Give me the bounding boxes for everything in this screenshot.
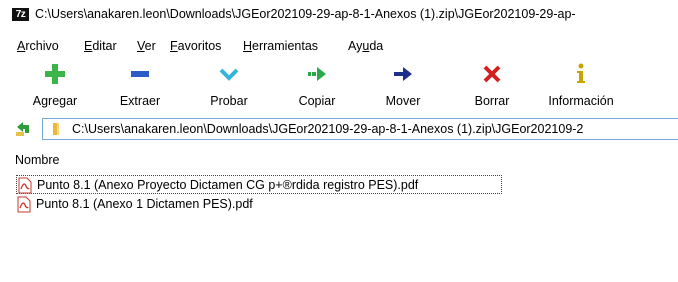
minus-icon xyxy=(131,71,149,77)
copy-label: Copiar xyxy=(298,94,336,108)
title-bar: 7z C:\Users\anakaren.leon\Downloads\JGEo… xyxy=(0,0,678,30)
path-field[interactable]: C:\Users\anakaren.leon\Downloads\JGEor20… xyxy=(42,118,678,140)
file-name: Punto 8.1 (Anexo Proyecto Dictamen CG p+… xyxy=(37,178,419,192)
folder-icon xyxy=(53,123,59,135)
menu-label: Ay xyxy=(348,39,363,53)
copy-button[interactable]: Copiar xyxy=(282,62,352,112)
delete-label: Borrar xyxy=(474,94,510,108)
pdf-file-icon xyxy=(18,177,32,194)
menu-accel: H xyxy=(243,39,253,53)
app-icon: 7z xyxy=(12,8,29,21)
info-button[interactable]: Información xyxy=(536,62,626,112)
move-label: Mover xyxy=(385,94,421,108)
menu-label: da xyxy=(369,39,384,53)
menu-label: rchivo xyxy=(25,39,59,53)
path-text: C:\Users\anakaren.leon\Downloads\JGEor20… xyxy=(72,122,584,136)
add-button[interactable]: Agregar xyxy=(20,62,90,112)
folder-up-icon[interactable] xyxy=(14,120,32,138)
menu-label: erramientas xyxy=(252,39,319,53)
info-icon xyxy=(577,63,585,83)
file-list: Nombre Punto 8.1 (Anexo Proyecto Dictame… xyxy=(10,146,678,282)
column-header-name[interactable]: Nombre xyxy=(15,153,59,167)
copy-arrow-icon xyxy=(308,67,326,81)
move-button[interactable]: Mover xyxy=(368,62,438,112)
menu-archivo[interactable]: Archivo xyxy=(17,39,59,53)
menu-favoritos[interactable]: Favoritos xyxy=(170,39,221,53)
info-label: Información xyxy=(548,94,614,108)
extract-button[interactable]: Extraer xyxy=(105,62,175,112)
menu-bar: Archivo Editar Ver Favoritos Herramienta… xyxy=(0,30,678,58)
chevron-down-icon xyxy=(219,68,239,81)
menu-label: ditar xyxy=(92,39,117,53)
menu-accel: F xyxy=(170,39,178,53)
add-label: Agregar xyxy=(32,94,78,108)
test-label: Probar xyxy=(210,94,248,108)
extract-label: Extraer xyxy=(119,94,161,108)
menu-label: er xyxy=(144,39,156,53)
menu-accel: V xyxy=(137,39,145,53)
menu-ver[interactable]: Ver xyxy=(137,39,156,53)
list-item[interactable]: Punto 8.1 (Anexo 1 Dictamen PES).pdf xyxy=(16,195,316,214)
plus-icon xyxy=(45,64,65,84)
x-icon xyxy=(483,65,501,83)
delete-button[interactable]: Borrar xyxy=(457,62,527,112)
menu-label: avoritos xyxy=(177,39,222,53)
window-title: C:\Users\anakaren.leon\Downloads\JGEor20… xyxy=(35,7,576,21)
test-button[interactable]: Probar xyxy=(194,62,264,112)
menu-ayuda[interactable]: Ayuda xyxy=(348,39,383,53)
arrow-right-icon xyxy=(394,67,412,81)
list-item[interactable]: Punto 8.1 (Anexo Proyecto Dictamen CG p+… xyxy=(16,175,502,194)
menu-herramientas[interactable]: Herramientas xyxy=(243,39,318,53)
pdf-file-icon xyxy=(17,196,31,213)
toolbar: Agregar Extraer Probar Copiar Mover Borr… xyxy=(0,58,678,118)
address-bar: C:\Users\anakaren.leon\Downloads\JGEor20… xyxy=(0,117,678,143)
menu-editar[interactable]: Editar xyxy=(84,39,117,53)
file-name: Punto 8.1 (Anexo 1 Dictamen PES).pdf xyxy=(36,197,253,211)
